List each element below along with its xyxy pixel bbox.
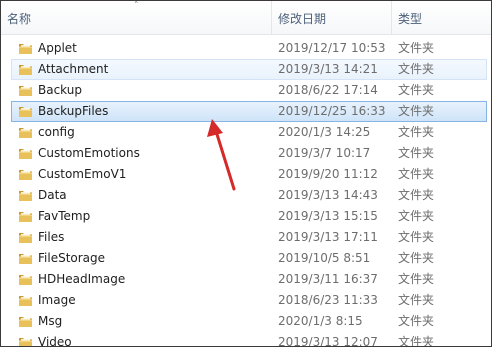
file-type: 文件夹 bbox=[398, 146, 435, 160]
file-name: Image bbox=[38, 293, 76, 307]
file-modified-date: 2019/3/13 14:21 bbox=[278, 62, 378, 76]
file-row[interactable]: BackupFiles 2019/12/25 16:33 文件夹 bbox=[11, 101, 487, 122]
file-name: BackupFiles bbox=[38, 104, 109, 118]
file-row[interactable]: Applet 2019/12/17 10:53 文件夹 bbox=[1, 38, 491, 59]
annotation-arrow-shaft bbox=[214, 129, 236, 191]
file-type: 文件夹 bbox=[398, 230, 435, 244]
file-name: config bbox=[38, 125, 75, 139]
folder-icon bbox=[18, 168, 33, 181]
folder-icon bbox=[18, 336, 33, 346]
file-type: 文件夹 bbox=[398, 167, 435, 181]
file-type: 文件夹 bbox=[398, 251, 435, 265]
file-row[interactable]: Image 2018/6/23 11:33 文件夹 bbox=[1, 290, 491, 311]
file-row[interactable]: FavTemp 2019/3/13 15:15 文件夹 bbox=[1, 206, 491, 227]
folder-icon bbox=[18, 147, 33, 160]
file-row[interactable]: Msg 2020/1/3 8:15 文件夹 bbox=[1, 311, 491, 332]
file-row[interactable]: CustomEmotions 2019/3/7 10:17 文件夹 bbox=[1, 143, 491, 164]
annotation-arrow-head bbox=[207, 119, 223, 137]
column-header-type[interactable]: 类型 bbox=[391, 1, 491, 34]
file-modified-date: 2019/3/13 15:15 bbox=[278, 209, 378, 223]
folder-icon bbox=[18, 231, 33, 244]
file-type: 文件夹 bbox=[398, 209, 435, 223]
file-name: FavTemp bbox=[38, 209, 91, 223]
file-name: CustomEmoV1 bbox=[38, 167, 127, 181]
folder-icon bbox=[18, 315, 33, 328]
file-name: Applet bbox=[38, 41, 77, 55]
file-modified-date: 2019/3/13 12:07 bbox=[278, 335, 378, 347]
column-header-name-label: 名称 bbox=[7, 12, 32, 26]
file-type: 文件夹 bbox=[398, 314, 435, 328]
file-name: Attachment bbox=[38, 62, 109, 76]
column-header-date[interactable]: 修改日期 bbox=[271, 1, 390, 34]
file-name: Files bbox=[38, 230, 65, 244]
file-name: Data bbox=[38, 188, 67, 202]
file-name: Video bbox=[38, 335, 72, 347]
file-modified-date: 2020/1/3 8:15 bbox=[278, 314, 363, 328]
file-row[interactable]: HDHeadImage 2019/3/11 16:37 文件夹 bbox=[1, 269, 491, 290]
file-type: 文件夹 bbox=[398, 41, 435, 55]
file-modified-date: 2019/12/25 16:33 bbox=[278, 104, 386, 118]
file-modified-date: 2019/12/17 10:53 bbox=[278, 41, 386, 55]
file-name: CustomEmotions bbox=[38, 146, 140, 160]
file-modified-date: 2018/6/23 11:33 bbox=[278, 293, 378, 307]
file-modified-date: 2019/10/5 8:51 bbox=[278, 251, 371, 265]
folder-icon bbox=[18, 273, 33, 286]
file-type: 文件夹 bbox=[398, 335, 435, 347]
folder-icon bbox=[18, 42, 33, 55]
file-row[interactable]: Files 2019/3/13 17:11 文件夹 bbox=[1, 227, 491, 248]
file-row[interactable]: FileStorage 2019/10/5 8:51 文件夹 bbox=[1, 248, 491, 269]
file-name: HDHeadImage bbox=[38, 272, 126, 286]
column-header-bar: 名称 ˄ 修改日期 类型 bbox=[1, 1, 491, 35]
folder-icon bbox=[18, 252, 33, 265]
column-header-type-label: 类型 bbox=[398, 12, 423, 26]
file-type: 文件夹 bbox=[398, 83, 435, 97]
file-row[interactable]: Video 2019/3/13 12:07 文件夹 bbox=[1, 332, 491, 347]
file-row[interactable]: Attachment 2019/3/13 14:21 文件夹 bbox=[11, 59, 487, 80]
file-name: FileStorage bbox=[38, 251, 106, 265]
file-modified-date: 2019/9/20 11:12 bbox=[278, 167, 378, 181]
file-row[interactable]: CustomEmoV1 2019/9/20 11:12 文件夹 bbox=[1, 164, 491, 185]
file-modified-date: 2018/6/22 17:14 bbox=[278, 83, 378, 97]
file-modified-date: 2019/3/11 16:37 bbox=[278, 272, 378, 286]
folder-icon bbox=[18, 294, 33, 307]
file-list-window: 名称 ˄ 修改日期 类型 Applet 2019/12/17 10:53 文件夹 At… bbox=[0, 0, 492, 347]
folder-icon bbox=[18, 126, 33, 139]
file-type: 文件夹 bbox=[398, 188, 435, 202]
folder-icon bbox=[18, 63, 33, 76]
file-modified-date: 2019/3/7 10:17 bbox=[278, 146, 371, 160]
red-arrow-annotation bbox=[207, 119, 236, 191]
file-list: Applet 2019/12/17 10:53 文件夹 Attachment 2019/… bbox=[1, 38, 491, 347]
folder-icon bbox=[18, 210, 33, 223]
file-modified-date: 2020/1/3 14:25 bbox=[278, 125, 371, 139]
file-type: 文件夹 bbox=[398, 125, 435, 139]
sort-ascending-icon: ˄ bbox=[134, 1, 139, 11]
file-name: Msg bbox=[38, 314, 63, 328]
folder-icon bbox=[18, 84, 33, 97]
column-header-date-label: 修改日期 bbox=[278, 12, 327, 26]
file-type: 文件夹 bbox=[398, 272, 435, 286]
file-row[interactable]: config 2020/1/3 14:25 文件夹 bbox=[1, 122, 491, 143]
folder-icon bbox=[18, 105, 33, 118]
file-type: 文件夹 bbox=[398, 62, 435, 76]
file-modified-date: 2019/3/13 14:43 bbox=[278, 188, 378, 202]
file-modified-date: 2019/3/13 17:11 bbox=[278, 230, 378, 244]
file-type: 文件夹 bbox=[398, 104, 435, 118]
file-type: 文件夹 bbox=[398, 293, 435, 307]
file-name: Backup bbox=[38, 83, 82, 97]
file-row[interactable]: Backup 2018/6/22 17:14 文件夹 bbox=[1, 80, 491, 101]
folder-icon bbox=[18, 189, 33, 202]
file-row[interactable]: Data 2019/3/13 14:43 文件夹 bbox=[1, 185, 491, 206]
